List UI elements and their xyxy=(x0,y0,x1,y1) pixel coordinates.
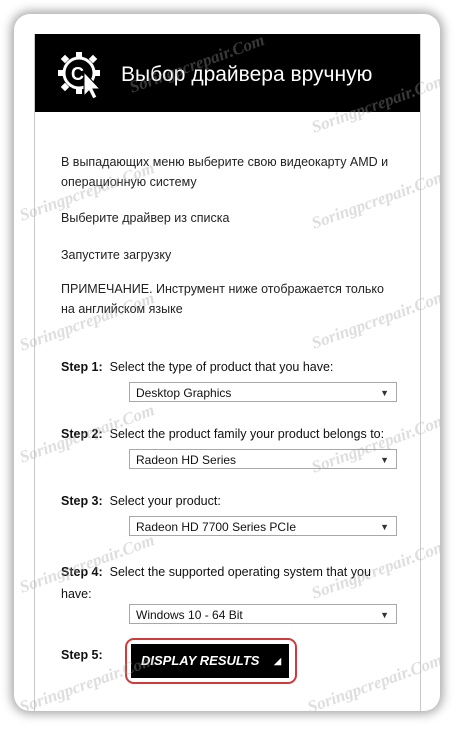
step-text: Select your product: xyxy=(109,494,221,508)
select-value: Radeon HD Series xyxy=(136,453,237,467)
step-number: Step 3: xyxy=(61,494,103,508)
step-text: have: xyxy=(61,587,92,601)
screenshot-frame: C Выбор драйвера вручную В выпадающих ме… xyxy=(14,14,440,711)
intro-line-3: Запустите загрузку xyxy=(61,248,172,262)
dropdown-arrow-icon: ▼ xyxy=(380,388,389,398)
intro-line-2: Выберите драйвер из списка xyxy=(61,211,230,225)
dropdown-arrow-icon: ▼ xyxy=(380,455,389,465)
step-number: Step 5: xyxy=(61,648,103,662)
intro-text: В выпадающих меню выберите свою видеокар… xyxy=(61,155,389,169)
select-value: Windows 10 - 64 Bit xyxy=(136,608,243,622)
step-text: Select the product family your product b… xyxy=(109,427,385,441)
intro-note: ПРИМЕЧАНИЕ. Инструмент ниже отображается… xyxy=(61,279,411,319)
card-header: C Выбор драйвера вручную xyxy=(35,34,420,112)
intro-text: операционную систему xyxy=(61,175,197,189)
button-label: DISPLAY RESULTS xyxy=(141,653,260,668)
product-type-select[interactable]: Desktop Graphics ▼ xyxy=(129,382,397,402)
step-text: Select the type of product that you have… xyxy=(109,360,334,374)
note-text: ПРИМЕЧАНИЕ. Инструмент ниже отображается… xyxy=(61,282,384,296)
step-number: Step 2: xyxy=(61,427,103,441)
step-number: Step 4: xyxy=(61,565,103,579)
product-family-select[interactable]: Radeon HD Series ▼ xyxy=(129,449,397,469)
svg-text:C: C xyxy=(71,64,84,84)
dropdown-arrow-icon: ▼ xyxy=(380,522,389,532)
step-text: Select the supported operating system th… xyxy=(109,565,371,579)
gear-cursor-icon: C xyxy=(58,52,102,100)
select-value: Radeon HD 7700 Series PCIe xyxy=(136,520,297,534)
step-4-label: Step 4: Select the supported operating s… xyxy=(61,561,411,605)
os-select[interactable]: Windows 10 - 64 Bit ▼ xyxy=(129,604,397,624)
dropdown-arrow-icon: ▼ xyxy=(380,610,389,620)
page-title: Выбор драйвера вручную xyxy=(121,63,373,86)
driver-card: C Выбор драйвера вручную В выпадающих ме… xyxy=(34,34,421,711)
step-5-label: Step 5: xyxy=(61,648,103,662)
note-text: на английском языке xyxy=(61,302,183,316)
select-value: Desktop Graphics xyxy=(136,386,232,400)
step-1-label: Step 1: Select the type of product that … xyxy=(61,360,333,374)
triangle-icon: ◢ xyxy=(274,656,281,666)
step-number: Step 1: xyxy=(61,360,103,374)
intro-line-1: В выпадающих меню выберите свою видеокар… xyxy=(61,152,411,192)
display-results-button[interactable]: DISPLAY RESULTS ◢ xyxy=(131,644,289,678)
product-select[interactable]: Radeon HD 7700 Series PCIe ▼ xyxy=(129,516,397,536)
step-3-label: Step 3: Select your product: xyxy=(61,494,221,508)
step-2-label: Step 2: Select the product family your p… xyxy=(61,427,384,441)
